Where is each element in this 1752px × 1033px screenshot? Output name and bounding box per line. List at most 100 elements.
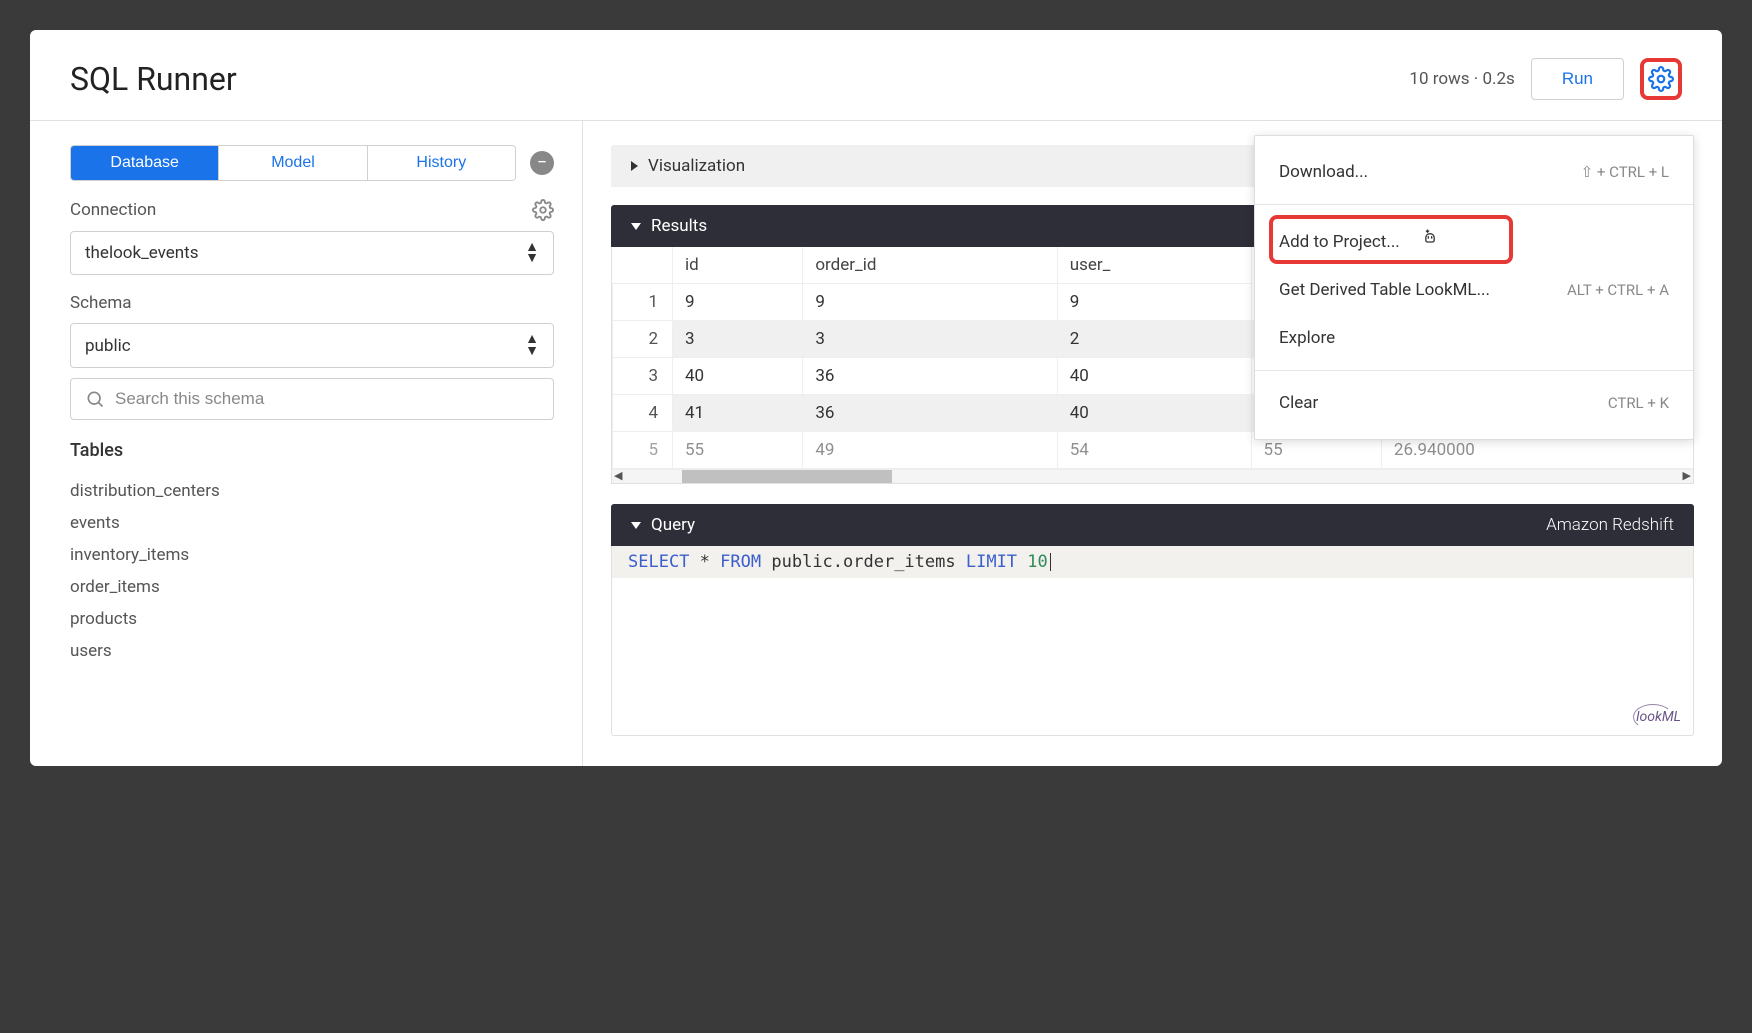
cell: 9 bbox=[1057, 284, 1251, 321]
scroll-left-icon[interactable]: ◀ bbox=[614, 469, 622, 482]
sql-editor[interactable]: SELECT * FROM public.order_items LIMIT 1… bbox=[611, 546, 1694, 736]
table-item[interactable]: users bbox=[70, 635, 554, 667]
sql-keyword: FROM bbox=[720, 552, 761, 572]
menu-label: Explore bbox=[1279, 328, 1335, 348]
menu-add-to-project[interactable]: Add to Project... bbox=[1255, 213, 1693, 266]
table-item[interactable]: products bbox=[70, 603, 554, 635]
chevron-down-icon bbox=[631, 522, 641, 529]
cell: 3 bbox=[673, 321, 803, 358]
collapse-icon[interactable]: − bbox=[530, 151, 554, 175]
menu-label: Download... bbox=[1279, 162, 1368, 182]
scrollbar-thumb[interactable] bbox=[682, 470, 892, 483]
menu-shortcut: CTRL + K bbox=[1608, 394, 1669, 412]
gear-dropdown-menu: Download... ⇧ + CTRL + L Add to Project.… bbox=[1254, 135, 1694, 440]
query-header[interactable]: Query Amazon Redshift bbox=[611, 504, 1694, 546]
menu-download[interactable]: Download... ⇧ + CTRL + L bbox=[1255, 148, 1693, 196]
search-icon bbox=[85, 389, 105, 409]
cell: 55 bbox=[673, 432, 803, 469]
cell: 2 bbox=[1057, 321, 1251, 358]
schema-search[interactable] bbox=[70, 378, 554, 420]
menu-label: Get Derived Table LookML... bbox=[1279, 280, 1490, 300]
horizontal-scrollbar[interactable]: ◀ ▶ bbox=[612, 469, 1693, 483]
gear-button[interactable] bbox=[1640, 58, 1682, 100]
menu-shortcut: ALT + CTRL + A bbox=[1567, 281, 1669, 299]
sql-keyword: SELECT bbox=[628, 552, 689, 572]
menu-label: Add to Project... bbox=[1279, 232, 1400, 252]
tab-history[interactable]: History bbox=[368, 146, 515, 180]
chevron-right-icon bbox=[631, 161, 638, 171]
menu-divider bbox=[1255, 370, 1693, 371]
row-number: 3 bbox=[613, 358, 673, 395]
query-panel: Query Amazon Redshift SELECT * FROM publ… bbox=[611, 504, 1694, 736]
menu-shortcut: ⇧ + CTRL + L bbox=[1581, 163, 1669, 181]
row-number-header bbox=[613, 247, 673, 284]
gear-icon bbox=[532, 199, 554, 221]
sort-icon: ▲▼ bbox=[525, 334, 539, 356]
menu-derived-table[interactable]: Get Derived Table LookML... ALT + CTRL +… bbox=[1255, 266, 1693, 314]
table-item[interactable]: inventory_items bbox=[70, 539, 554, 571]
schema-search-input[interactable] bbox=[115, 389, 539, 409]
cell: 9 bbox=[803, 284, 1057, 321]
tables-heading: Tables bbox=[70, 440, 554, 461]
menu-divider bbox=[1255, 204, 1693, 205]
connection-select[interactable]: thelook_events ▲▼ bbox=[70, 231, 554, 275]
sort-icon: ▲▼ bbox=[525, 242, 539, 264]
cell: 40 bbox=[1057, 395, 1251, 432]
cell: 40 bbox=[673, 358, 803, 395]
cell: 41 bbox=[673, 395, 803, 432]
tab-model[interactable]: Model bbox=[219, 146, 367, 180]
header: SQL Runner 10 rows · 0.2s Run bbox=[30, 30, 1722, 121]
header-controls: 10 rows · 0.2s Run bbox=[1409, 58, 1682, 100]
cell: 3 bbox=[803, 321, 1057, 358]
column-header[interactable]: order_id bbox=[803, 247, 1057, 284]
connection-label-row: Connection bbox=[70, 199, 554, 221]
sql-token: public.order_items bbox=[771, 552, 955, 572]
results-label: Results bbox=[651, 216, 707, 236]
sql-token: * bbox=[700, 552, 710, 572]
row-number: 1 bbox=[613, 284, 673, 321]
lookml-badge: lookML bbox=[1636, 709, 1681, 725]
row-number: 5 bbox=[613, 432, 673, 469]
schema-select[interactable]: public ▲▼ bbox=[70, 323, 554, 367]
sidebar-tabs-row: Database Model History − bbox=[70, 145, 554, 181]
cell: 36 bbox=[803, 358, 1057, 395]
connection-label: Connection bbox=[70, 200, 156, 220]
connection-value: thelook_events bbox=[85, 243, 199, 263]
table-item[interactable]: distribution_centers bbox=[70, 475, 554, 507]
column-header[interactable]: user_ bbox=[1057, 247, 1251, 284]
app-window: SQL Runner 10 rows · 0.2s Run Database M… bbox=[30, 30, 1722, 766]
connection-settings-icon[interactable] bbox=[532, 199, 554, 221]
menu-clear[interactable]: Clear CTRL + K bbox=[1255, 379, 1693, 427]
schema-value: public bbox=[85, 336, 131, 356]
visualization-label: Visualization bbox=[648, 156, 745, 176]
text-cursor bbox=[1050, 553, 1051, 571]
sidebar: Database Model History − Connection thel… bbox=[30, 121, 583, 766]
row-number: 2 bbox=[613, 321, 673, 358]
table-list: distribution_centers events inventory_it… bbox=[70, 475, 554, 667]
status-text: 10 rows · 0.2s bbox=[1409, 69, 1514, 89]
sql-keyword: LIMIT bbox=[966, 552, 1017, 572]
cell: 36 bbox=[803, 395, 1057, 432]
menu-explore[interactable]: Explore bbox=[1255, 314, 1693, 362]
menu-label: Clear bbox=[1279, 393, 1318, 413]
pointer-icon bbox=[1420, 227, 1440, 252]
query-engine: Amazon Redshift bbox=[1546, 515, 1674, 535]
row-number: 4 bbox=[613, 395, 673, 432]
query-label: Query bbox=[651, 515, 695, 535]
sql-line: SELECT * FROM public.order_items LIMIT 1… bbox=[612, 546, 1693, 578]
cell: 54 bbox=[1057, 432, 1251, 469]
cell: 49 bbox=[803, 432, 1057, 469]
run-button[interactable]: Run bbox=[1531, 58, 1624, 100]
table-item[interactable]: order_items bbox=[70, 571, 554, 603]
tab-database[interactable]: Database bbox=[71, 146, 219, 180]
column-header[interactable]: id bbox=[673, 247, 803, 284]
page-title: SQL Runner bbox=[70, 60, 237, 98]
scroll-right-icon[interactable]: ▶ bbox=[1683, 469, 1691, 482]
table-item[interactable]: events bbox=[70, 507, 554, 539]
sql-number: 10 bbox=[1027, 552, 1047, 572]
chevron-down-icon bbox=[631, 223, 641, 230]
schema-label: Schema bbox=[70, 293, 132, 313]
cell: 9 bbox=[673, 284, 803, 321]
gear-icon bbox=[1648, 66, 1674, 92]
cell: 40 bbox=[1057, 358, 1251, 395]
